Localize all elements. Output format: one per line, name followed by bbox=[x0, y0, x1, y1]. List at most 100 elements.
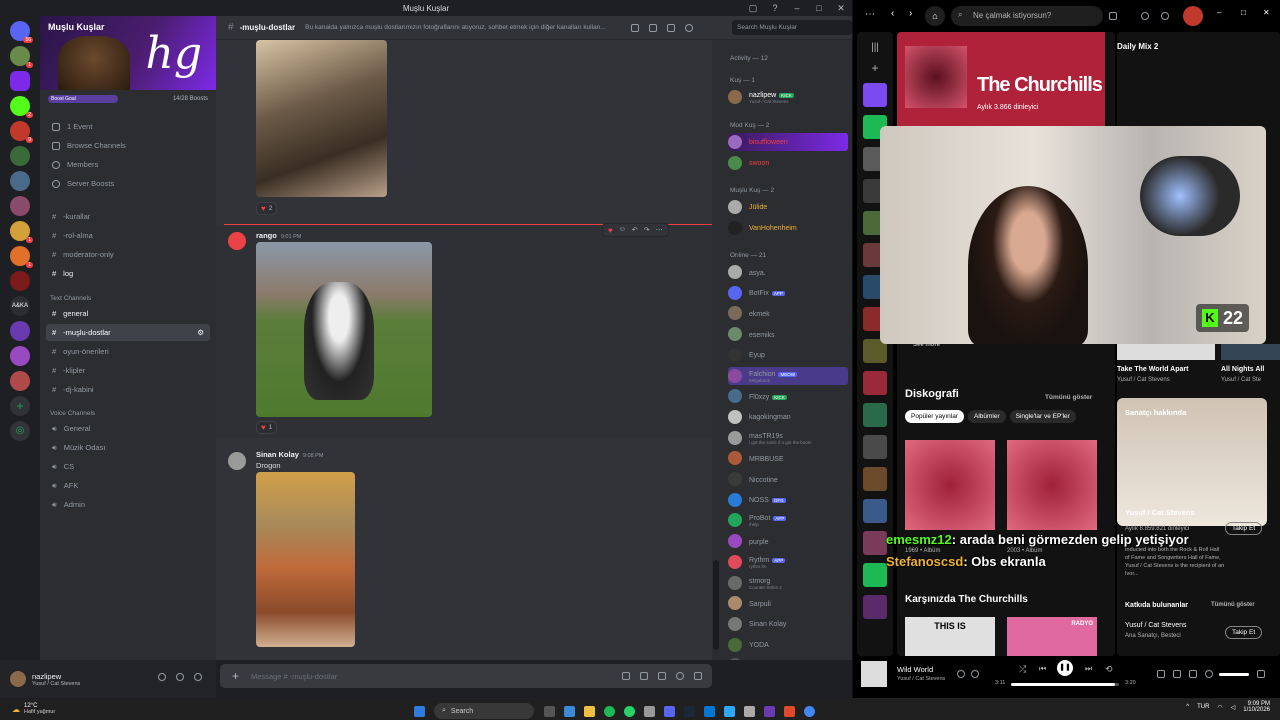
library-thumb[interactable] bbox=[863, 435, 887, 459]
server-icon[interactable] bbox=[10, 196, 30, 216]
gif-icon[interactable] bbox=[640, 672, 648, 680]
create-playlist-icon[interactable]: + bbox=[857, 61, 893, 75]
member-item[interactable]: stmorg Counter-Strike 2 bbox=[728, 574, 848, 592]
filter-albums[interactable]: Albümler bbox=[967, 410, 1006, 423]
message-image-cat[interactable] bbox=[256, 40, 387, 197]
sticker-icon[interactable] bbox=[658, 672, 666, 680]
library-thumb[interactable] bbox=[863, 467, 887, 491]
headphones-icon[interactable] bbox=[176, 673, 184, 681]
channel-muslu-dostlar[interactable]: # -muşlu-dostlar ⚙ bbox=[46, 324, 210, 341]
weather-widget[interactable]: ☁ 12°C Hafif yağmur bbox=[12, 703, 55, 715]
channel-dj-kabini[interactable]: # -dj-kabini bbox=[46, 381, 210, 398]
member-item[interactable]: kagokingman bbox=[728, 408, 848, 426]
member-item[interactable]: Fl0xzy KICK bbox=[728, 387, 848, 405]
microphone-icon[interactable] bbox=[158, 673, 166, 681]
library-icon[interactable]: ||| bbox=[857, 42, 893, 53]
boost-goal[interactable]: Boost Goal 14/28 Boosts bbox=[40, 90, 216, 108]
library-thumb[interactable] bbox=[863, 563, 887, 587]
pause-button[interactable]: ❚❚ bbox=[1057, 660, 1073, 676]
server-icon[interactable] bbox=[10, 346, 30, 366]
start-icon[interactable] bbox=[414, 705, 425, 717]
album-cover[interactable] bbox=[905, 440, 995, 530]
server-icon[interactable] bbox=[10, 271, 30, 291]
reply-icon[interactable]: ↶ bbox=[632, 226, 638, 234]
steam-icon[interactable] bbox=[684, 705, 695, 717]
member-item[interactable]: YODA bbox=[728, 636, 848, 654]
channel-oyun-onerileri[interactable]: # oyun-önerileri bbox=[46, 343, 210, 360]
app-icon[interactable] bbox=[644, 705, 655, 717]
channel-rol-alma[interactable]: # -rol-alma bbox=[46, 227, 210, 244]
liked-songs-thumb[interactable] bbox=[863, 83, 887, 107]
add-server-button[interactable]: + bbox=[10, 396, 30, 416]
member-item[interactable]: VanHohenheim bbox=[728, 219, 848, 237]
member-item[interactable]: Falchion MEOW Megabook bbox=[728, 366, 848, 385]
server-banner[interactable]: hg Muşlu Kuşlar bbox=[40, 16, 216, 90]
member-item[interactable]: Niccotine bbox=[728, 470, 848, 488]
device-icon[interactable] bbox=[971, 670, 979, 678]
progress-bar[interactable] bbox=[1011, 683, 1119, 686]
server-icon[interactable] bbox=[10, 321, 30, 341]
more-icon[interactable]: ⋯ bbox=[656, 226, 663, 234]
playlist-card[interactable]: THIS IS bbox=[905, 617, 995, 656]
voice-cs[interactable]: 🔊︎ CS bbox=[46, 458, 210, 475]
explorer-icon[interactable] bbox=[584, 705, 595, 717]
follow-button[interactable]: Takip Et bbox=[1225, 626, 1263, 639]
attach-plus-icon[interactable]: + bbox=[232, 669, 239, 683]
taskbar-search[interactable]: ⌕ Search bbox=[434, 703, 534, 719]
server-icon[interactable]: 2 bbox=[10, 96, 33, 118]
home-icon[interactable]: ⌂ bbox=[925, 6, 945, 26]
avatar[interactable] bbox=[1183, 6, 1203, 26]
app-icon[interactable] bbox=[744, 705, 755, 717]
gift-icon[interactable] bbox=[622, 672, 630, 680]
volume-slider[interactable] bbox=[1219, 673, 1249, 676]
playlist-card[interactable]: RADYO bbox=[1007, 617, 1097, 656]
member-item[interactable]: MRBBUSE bbox=[728, 449, 848, 467]
nav-browse-channels[interactable]: Browse Channels bbox=[46, 137, 210, 154]
avatar[interactable] bbox=[228, 232, 246, 250]
shuffle-icon[interactable]: ⤮ bbox=[1019, 664, 1026, 675]
filter-singles[interactable]: Single'lar ve EP'ler bbox=[1009, 410, 1076, 423]
server-icon[interactable]: 1 bbox=[10, 46, 33, 68]
volume-icon[interactable] bbox=[1205, 670, 1213, 678]
photoshop-icon[interactable] bbox=[724, 705, 735, 717]
close-button[interactable]: ✕ bbox=[836, 3, 846, 14]
next-icon[interactable]: ⏭ bbox=[1085, 664, 1092, 674]
minimize-button[interactable]: – bbox=[792, 3, 802, 14]
bell-icon[interactable] bbox=[1141, 12, 1149, 20]
member-item[interactable]: purple bbox=[728, 532, 848, 550]
repeat-icon[interactable]: ⟲ bbox=[1105, 664, 1113, 675]
search-input[interactable]: Search Muşlu Kuşlar bbox=[732, 20, 852, 35]
friends-icon[interactable] bbox=[1161, 12, 1169, 20]
channel-log[interactable]: # log bbox=[46, 265, 210, 282]
bell-icon[interactable] bbox=[649, 23, 658, 32]
settings-icon[interactable]: ⚙ bbox=[197, 328, 204, 337]
member-item[interactable]: nazlipew KICK Yusuf / Cat Stevens bbox=[728, 88, 848, 106]
server-folder-aka[interactable]: A&KA bbox=[10, 296, 30, 316]
member-item[interactable]: Rythm APP rythm.fm bbox=[728, 553, 848, 571]
message-author[interactable]: rango 9:01 PM bbox=[256, 231, 301, 240]
minimize-button[interactable]: – bbox=[1217, 8, 1221, 17]
member-item[interactable]: esemiks bbox=[728, 325, 848, 343]
server-dm-home[interactable]: 56 bbox=[10, 21, 33, 43]
member-item[interactable]: BotFix APP bbox=[728, 284, 848, 302]
app-icon[interactable] bbox=[764, 705, 775, 717]
server-icon[interactable]: 1 bbox=[10, 246, 33, 268]
about-artist-card[interactable]: Sanatçı hakkında bbox=[1117, 398, 1267, 526]
nav-server-boosts[interactable]: Server Boosts bbox=[46, 175, 210, 192]
nav-events[interactable]: 1 Event bbox=[46, 118, 210, 135]
member-item[interactable]: ZROW bbox=[728, 656, 848, 660]
pin-icon[interactable] bbox=[667, 23, 676, 32]
app-icon[interactable] bbox=[704, 705, 715, 717]
maximize-button[interactable]: □ bbox=[814, 3, 824, 14]
spotify-icon[interactable] bbox=[604, 705, 615, 717]
member-item[interactable]: swoon bbox=[728, 154, 848, 172]
server-icon[interactable] bbox=[10, 146, 30, 166]
category-voice-channels[interactable]: Voice Channels bbox=[50, 410, 95, 417]
discover-icon[interactable]: ◎ bbox=[10, 421, 30, 441]
task-view-icon[interactable] bbox=[544, 705, 555, 717]
related-card[interactable] bbox=[1117, 344, 1215, 360]
member-item[interactable]: bisuffloween bbox=[728, 133, 848, 151]
previous-icon[interactable]: ⏮ bbox=[1039, 664, 1046, 674]
close-button[interactable]: ✕ bbox=[1263, 8, 1270, 17]
library-thumb[interactable] bbox=[863, 531, 887, 555]
